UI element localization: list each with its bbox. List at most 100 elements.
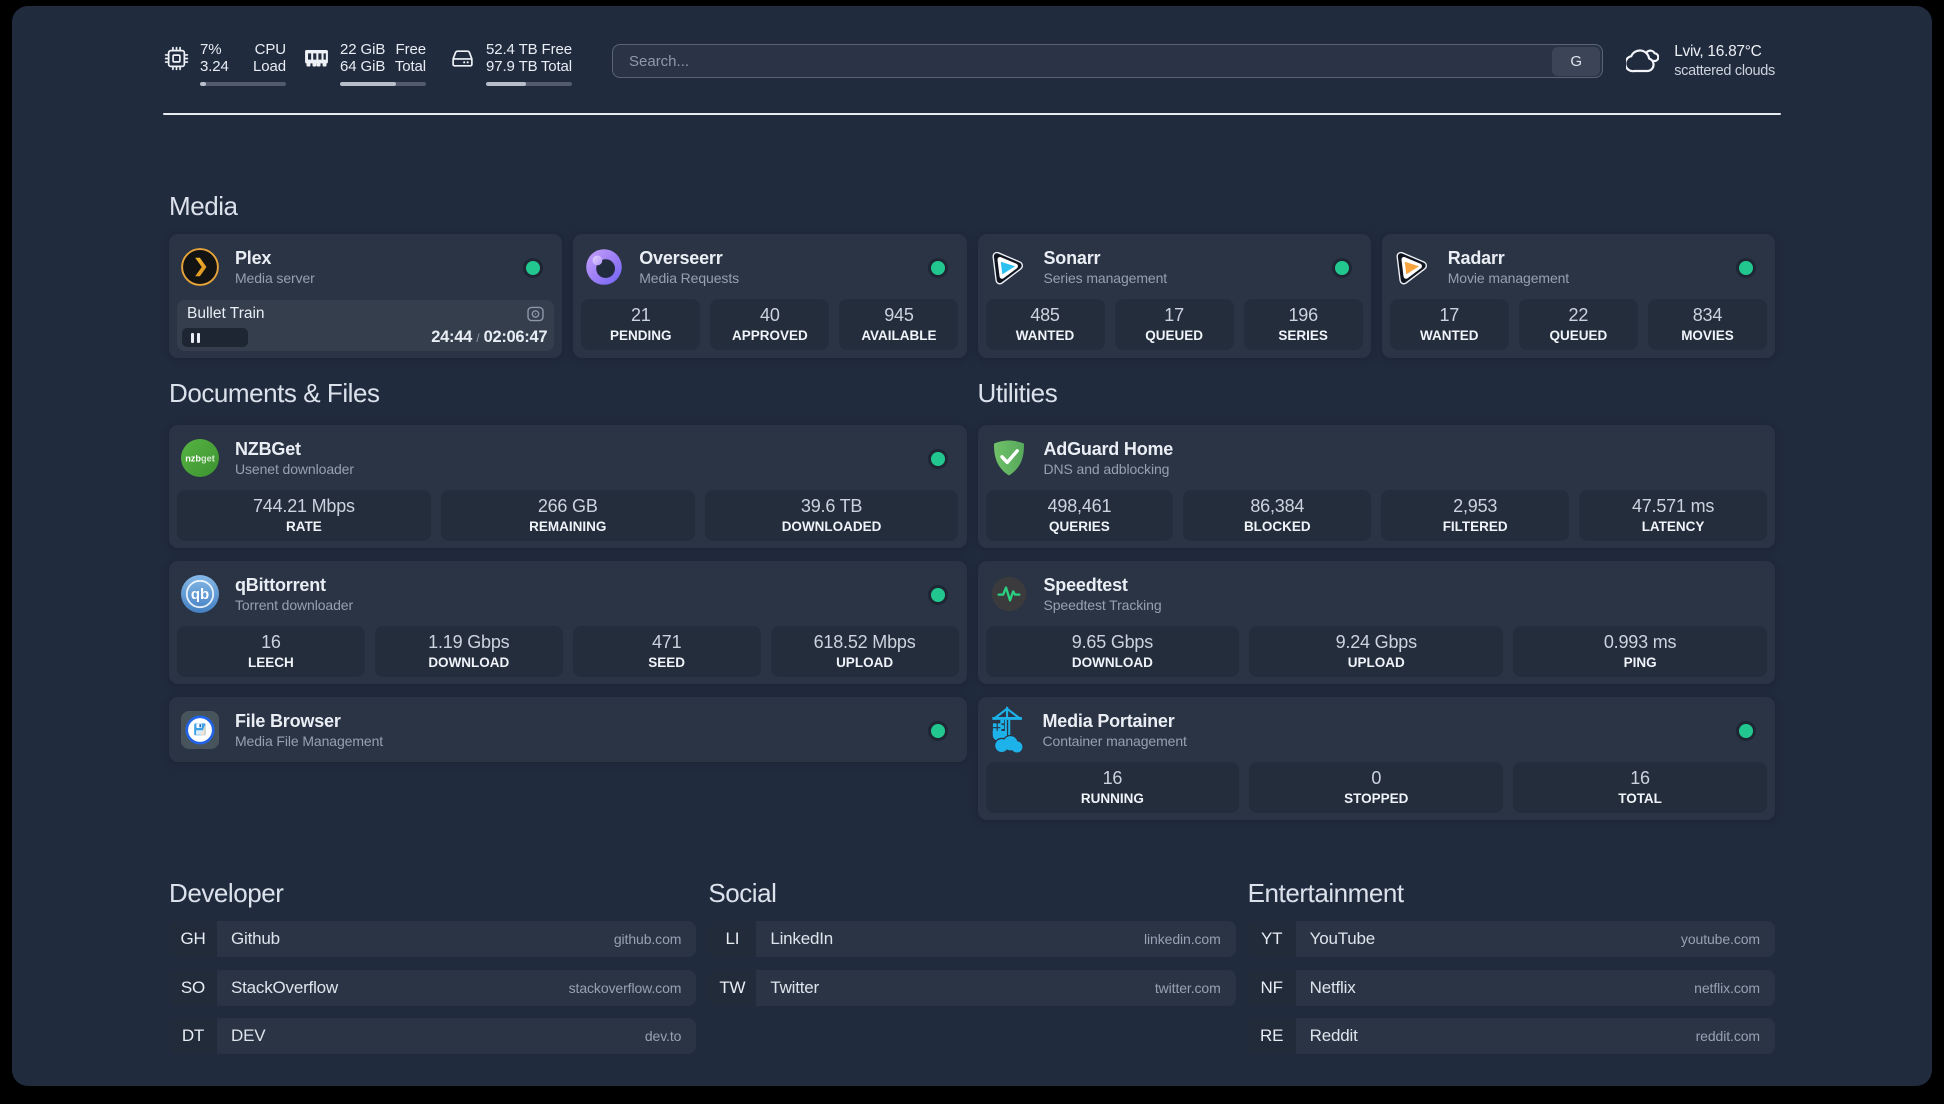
service-card-portainer[interactable]: Media Portainer Container management 16 R… <box>977 697 1775 820</box>
stat-value: 21 <box>630 305 651 325</box>
service-card-filebrowser[interactable]: File Browser Media File Management <box>169 697 967 762</box>
cpu-progress-fill <box>200 82 207 86</box>
service-name: Plex <box>235 248 272 268</box>
stat-block: 17 QUEUED <box>1114 299 1234 350</box>
stat-value: 485 <box>1030 305 1060 325</box>
bookmark-twitter[interactable]: TW Twitter twitter.com <box>708 969 1236 1006</box>
service-header: Media Portainer Container management <box>986 706 1768 754</box>
bookmark-dev[interactable]: DT DEV dev.to <box>169 1018 697 1054</box>
speedtest-logo-icon <box>990 575 1028 613</box>
memory-progress-bar <box>340 82 426 86</box>
bookmark-name: Netflix <box>1309 977 1356 997</box>
stat-block: 618.52 Mbps UPLOAD <box>770 626 959 677</box>
stat-value: 744.21 Mbps <box>252 496 355 516</box>
bookmark-url: stackoverflow.com <box>568 979 682 996</box>
service-header: qb qBittorrent Torrent downloader <box>177 574 959 614</box>
service-card-speedtest[interactable]: Speedtest Speedtest Tracking 9.65 Gbps DO… <box>977 561 1775 684</box>
plex-logo-icon <box>181 248 219 286</box>
cpu-progress-bar <box>200 82 286 86</box>
bookmark-name: Reddit <box>1309 1026 1358 1045</box>
stat-value: 498,461 <box>1047 496 1112 516</box>
service-name: File Browser <box>235 711 341 731</box>
stat-label: RUNNING <box>1080 791 1144 806</box>
bookmark-url: linkedin.com <box>1144 931 1221 947</box>
stats-row: 744.21 Mbps RATE 266 GB REMAINING 39.6 TB D… <box>177 490 959 541</box>
overseerr-logo-icon <box>585 248 623 286</box>
stat-label: AVAILABLE <box>861 328 937 343</box>
search-input[interactable]: Search... G <box>612 44 1604 78</box>
resource-text-block: 22 GiB Free 64 GiB Total <box>340 41 426 86</box>
memory-total-value: 64 GiB <box>340 58 386 75</box>
resource-line: 3.24 Load <box>200 58 286 75</box>
stat-label: PING <box>1623 655 1657 670</box>
now-playing-title: Bullet Train <box>187 305 265 322</box>
resource-line: 64 GiB Total <box>340 58 426 75</box>
bookmark-github[interactable]: GH Github github.com <box>169 921 697 957</box>
service-title-block: File Browser Media File Management <box>235 710 383 750</box>
cpu-usage-label: CPU <box>254 41 286 58</box>
service-card-sonarr[interactable]: Sonarr Series management 485 WANTED 17 QUE… <box>977 234 1371 358</box>
stat-value: 16 <box>1102 768 1123 788</box>
status-online-dot <box>1739 724 1753 738</box>
playback-time: 24:44 / 02:06:47 <box>431 328 547 347</box>
service-card-overseerr[interactable]: Overseerr Media Requests 21 PENDING 40 APP… <box>573 234 967 358</box>
group-title-social: Social <box>708 878 777 908</box>
stat-label: DOWNLOADED <box>781 519 882 534</box>
stat-value: 471 <box>651 632 682 652</box>
memory-progress-fill <box>340 82 397 86</box>
bookmark-abbr: RE <box>1260 1026 1284 1045</box>
stat-block: 39.6 TB DOWNLOADED <box>704 490 959 541</box>
bookmark-url: youtube.com <box>1680 931 1760 947</box>
stat-block: 834 MOVIES <box>1647 299 1767 350</box>
stat-value: 834 <box>1692 305 1723 325</box>
stat-block: 86,384 BLOCKED <box>1183 490 1372 541</box>
stats-row: 17 WANTED 22 QUEUED 834 MOVIES <box>1389 299 1767 350</box>
search-provider-button[interactable]: G <box>1552 46 1601 76</box>
stat-label: FILTERED <box>1442 519 1508 534</box>
stat-label: WANTED <box>1420 328 1479 343</box>
stat-label: BLOCKED <box>1243 519 1311 534</box>
adguard-logo-icon <box>990 439 1028 477</box>
bookmark-name: LinkedIn <box>770 929 834 948</box>
weather-condition: scattered clouds <box>1674 62 1775 79</box>
service-name: Radarr <box>1447 248 1505 268</box>
bookmark-youtube[interactable]: YT YouTube youtube.com <box>1247 921 1775 957</box>
media-group: Plex Media server Bullet Train 24:44 / 0… <box>169 234 1775 358</box>
service-description: DNS and adblocking <box>1043 461 1170 477</box>
service-header: nzbget NZBGet Usenet downloader <box>177 438 959 478</box>
weather-widget[interactable]: Lviv, 16.87°C scattered clouds <box>1626 42 1775 81</box>
status-online-dot <box>1334 261 1349 275</box>
bookmark-abbr: DT <box>181 1026 205 1045</box>
disk-progress-bar <box>486 82 572 86</box>
stat-block: 40 APPROVED <box>710 299 830 350</box>
pause-icon <box>197 332 200 343</box>
status-online-dot <box>930 261 945 275</box>
stat-block: 945 AVAILABLE <box>839 299 959 350</box>
service-card-plex[interactable]: Plex Media server Bullet Train 24:44 / 0… <box>169 234 563 358</box>
service-header: Sonarr Series management <box>986 247 1363 287</box>
bookmark-reddit[interactable]: RE Reddit reddit.com <box>1247 1018 1775 1054</box>
group-title-entertainment: Entertainment <box>1247 878 1404 908</box>
disk-free-label: Free <box>541 41 573 58</box>
resource-widgets: 7% CPU 3.24 Load 22 GiB Free 64 GiB Total <box>164 41 572 86</box>
stat-block: 266 GB REMAINING <box>440 490 695 541</box>
stats-row: 16 RUNNING 0 STOPPED 16 TOTAL <box>985 762 1768 813</box>
bookmark-linkedin[interactable]: LI LinkedIn linkedin.com <box>708 921 1236 957</box>
bookmark-netflix[interactable]: NF Netflix netflix.com <box>1247 969 1775 1006</box>
bookmark-stackoverflow[interactable]: SO StackOverflow stackoverflow.com <box>169 969 697 1006</box>
stat-block: 21 PENDING <box>581 299 701 350</box>
cpu-load-value: 3.24 <box>200 58 229 75</box>
service-card-radarr[interactable]: Radarr Movie management 17 WANTED 22 QUEUE… <box>1381 234 1775 358</box>
service-card-qbittorrent[interactable]: qb qBittorrent Torrent downloader 16 LEEC… <box>169 561 967 684</box>
stat-value: 47.571 ms <box>1631 496 1715 516</box>
service-card-adguard[interactable]: AdGuard Home DNS and adblocking 498,461 Q… <box>977 425 1775 548</box>
cpu-icon <box>164 46 189 71</box>
group-title-media: Media <box>169 191 238 221</box>
memory-free-label: Free <box>395 41 427 58</box>
stat-block: 2,953 FILTERED <box>1381 490 1570 541</box>
pause-button[interactable] <box>182 328 248 347</box>
stat-label: RATE <box>286 519 322 534</box>
stats-row: 485 WANTED 17 QUEUED 196 SERIES <box>985 299 1363 350</box>
service-card-nzbget[interactable]: nzbget NZBGet Usenet downloader 744.21 M… <box>169 425 967 548</box>
stat-label: QUERIES <box>1049 519 1110 534</box>
